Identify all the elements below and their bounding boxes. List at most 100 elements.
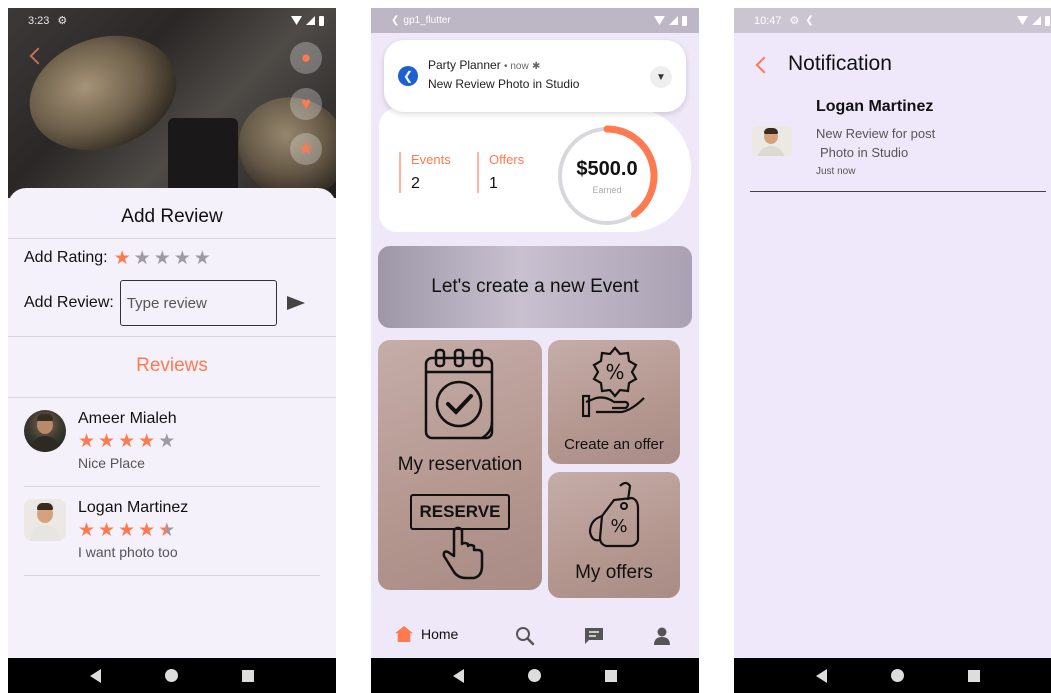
add-review-screen: 3:23 ⚙ ● ♥ ★ Add Review Add Rating: ★ ★ ★ ★… bbox=[8, 8, 336, 693]
star-icon[interactable]: ★ bbox=[154, 249, 171, 268]
rating-stars[interactable]: ★ ★ ★ ★ ★ bbox=[114, 249, 211, 268]
review-item: Ameer Mialeh ★ ★ ★ ★ ★ Nice Place bbox=[8, 398, 336, 486]
home-icon bbox=[395, 626, 413, 642]
bottom-nav: Home bbox=[371, 614, 699, 654]
reserve-sign: RESERVE bbox=[410, 494, 510, 530]
nav-back-icon[interactable] bbox=[90, 668, 101, 683]
review-input[interactable]: Type review bbox=[119, 280, 277, 326]
divider bbox=[750, 191, 1046, 192]
profile-icon[interactable] bbox=[653, 626, 671, 646]
create-event-button[interactable]: Let's create a new Event bbox=[378, 246, 692, 328]
home-screen: ❮ gp1_flutter Events 2 Offers 1 $500.0 E… bbox=[371, 8, 699, 693]
sheet-title: Add Review bbox=[121, 206, 223, 227]
star-icon[interactable]: ★ bbox=[174, 249, 191, 268]
back-icon[interactable] bbox=[755, 56, 773, 74]
notification-popup[interactable]: ❮ Party Planner • now ✱ New Review Photo… bbox=[384, 40, 686, 112]
reservation-label: My reservation bbox=[397, 454, 523, 475]
star-icon: ★ bbox=[98, 520, 116, 541]
price-tag-icon: % bbox=[588, 481, 640, 548]
star-icon: ★ bbox=[78, 431, 96, 452]
nav-recent-icon[interactable] bbox=[605, 669, 617, 682]
chat-icon[interactable] bbox=[583, 626, 605, 646]
battery-icon bbox=[319, 15, 324, 26]
my-reservation-tile[interactable]: My reservation RESERVE bbox=[378, 340, 542, 590]
review-text: Nice Place bbox=[78, 455, 145, 471]
nav-back-icon[interactable] bbox=[453, 668, 464, 683]
send-icon[interactable] bbox=[286, 296, 305, 310]
battery-icon bbox=[682, 15, 687, 26]
avatar bbox=[24, 410, 66, 452]
nav-home-icon[interactable] bbox=[528, 669, 541, 682]
star-icon: ★ bbox=[138, 520, 156, 541]
flutter-status-icon: ❮ bbox=[391, 15, 400, 26]
svg-text:%: % bbox=[610, 516, 627, 537]
rating-row: Add Rating: ★ ★ ★ ★ ★ bbox=[8, 239, 336, 277]
nav-home-icon[interactable] bbox=[165, 669, 178, 682]
signal-icon bbox=[306, 16, 315, 25]
star-icon[interactable]: ★ bbox=[134, 249, 151, 268]
wifi-icon bbox=[291, 16, 302, 25]
create-offer-label: Create an offer bbox=[564, 436, 664, 453]
search-icon[interactable] bbox=[515, 626, 535, 646]
star-icon: ★ bbox=[118, 431, 136, 452]
star-icon[interactable]: ★ bbox=[114, 249, 131, 268]
notif-time: now bbox=[510, 61, 529, 72]
stat-offers: Offers 1 bbox=[477, 152, 524, 193]
page-title: Notification bbox=[788, 52, 892, 75]
notif-sender-name: Logan Martinez bbox=[816, 98, 934, 115]
status-bar: 10:47 ⚙ ❮ bbox=[734, 8, 1051, 33]
nav-recent-icon[interactable] bbox=[968, 669, 980, 682]
review-stars: ★ ★ ★ ★ ★ bbox=[78, 521, 188, 540]
status-time: 3:23 bbox=[28, 14, 50, 27]
star-icon: ★ bbox=[98, 431, 116, 452]
settings-status-icon: ⚙ bbox=[789, 15, 800, 27]
wifi-icon bbox=[1017, 16, 1028, 25]
notif-line1: New Review for post bbox=[816, 126, 936, 141]
calendar-check-icon bbox=[424, 348, 494, 440]
avatar bbox=[24, 499, 66, 541]
profile-icon[interactable]: ● bbox=[290, 42, 322, 74]
avatar bbox=[752, 126, 792, 156]
flutter-icon: ❮ bbox=[398, 66, 418, 86]
my-offers-tile[interactable]: % My offers bbox=[548, 472, 680, 598]
nav-recent-icon[interactable] bbox=[242, 669, 254, 682]
earned-amount: $500.0 bbox=[576, 158, 638, 180]
signal-icon bbox=[1032, 16, 1041, 25]
my-offers-label: My offers bbox=[575, 562, 653, 583]
notif-app-name: Party Planner bbox=[428, 58, 501, 72]
flutter-status-icon: ❮ bbox=[805, 15, 814, 26]
star-icon: ★ bbox=[158, 520, 176, 541]
notif-text: New Review Photo in Studio bbox=[428, 77, 580, 91]
battery-icon bbox=[1045, 15, 1050, 26]
reviewer-name: Logan Martinez bbox=[78, 499, 189, 516]
svg-text:%: % bbox=[605, 360, 624, 384]
system-nav-bar bbox=[371, 658, 699, 693]
review-text: I want photo too bbox=[78, 544, 178, 560]
star-icon: ★ bbox=[118, 520, 136, 541]
nav-back-icon[interactable] bbox=[816, 668, 827, 683]
status-bar: 3:23 ⚙ bbox=[8, 8, 336, 33]
nav-home[interactable]: Home bbox=[395, 626, 458, 642]
chevron-down-icon[interactable]: ▼ bbox=[650, 66, 672, 88]
notif-line2: Photo in Studio bbox=[820, 145, 909, 160]
notif-time: Just now bbox=[816, 166, 856, 177]
status-bar: ❮ gp1_flutter bbox=[371, 8, 699, 33]
nav-home-icon[interactable] bbox=[891, 669, 904, 682]
offer-hand-icon: % bbox=[582, 346, 645, 418]
star-icon: ★ bbox=[138, 431, 156, 452]
star-icon[interactable]: ★ bbox=[194, 249, 211, 268]
system-nav-bar bbox=[734, 658, 1051, 693]
status-app: gp1_flutter bbox=[403, 15, 451, 26]
system-nav-bar bbox=[8, 658, 336, 693]
star-icon: ★ bbox=[158, 431, 176, 452]
star-icon[interactable]: ★ bbox=[290, 133, 322, 165]
heart-icon[interactable]: ♥ bbox=[290, 88, 322, 120]
create-offer-tile[interactable]: % Create an offer bbox=[548, 340, 680, 464]
star-icon: ★ bbox=[78, 520, 96, 541]
review-item: Logan Martinez ★ ★ ★ ★ ★ I want photo too bbox=[8, 487, 336, 575]
status-time: 10:47 bbox=[754, 14, 782, 27]
wifi-icon bbox=[654, 16, 665, 25]
review-sheet: Add Review Add Rating: ★ ★ ★ ★ ★ Add Review:… bbox=[8, 188, 336, 658]
reviewer-name: Ameer Mialeh bbox=[78, 410, 177, 427]
stat-events: Events 2 bbox=[399, 152, 451, 193]
